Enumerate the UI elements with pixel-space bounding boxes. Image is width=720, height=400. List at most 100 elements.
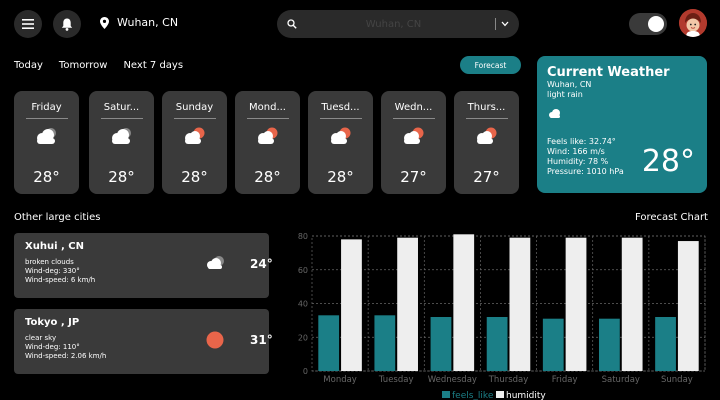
day-name: Sunday <box>175 102 214 113</box>
forecast-chart-svg: 0 20 40 60 80 Monday Tuesday Wednesday Thursday F… <box>298 232 706 400</box>
day-card[interactable]: Satur... 28° <box>89 91 154 194</box>
sun-cloud-icon <box>381 125 446 151</box>
menu-button[interactable] <box>14 10 42 38</box>
bar-feels_like <box>430 317 452 371</box>
day-card[interactable]: Thurs... 27° <box>454 91 519 194</box>
bar-feels_like <box>655 317 676 371</box>
x-tick-label: Wednesday <box>428 375 477 385</box>
legend-swatch <box>442 391 450 398</box>
day-name: Wedn... <box>394 102 433 113</box>
y-tick-label: 20 <box>298 333 308 342</box>
bar-humidity <box>621 237 643 371</box>
sun-cloud-icon <box>454 125 519 151</box>
day-name: Friday <box>31 102 62 113</box>
tab-today[interactable]: Today <box>14 60 43 71</box>
day-card[interactable]: Wedn... 27° <box>381 91 446 194</box>
x-tick-label: Thursday <box>488 375 529 385</box>
city-search[interactable] <box>277 10 519 38</box>
avatar[interactable] <box>679 9 707 37</box>
day-temperature: 27° <box>473 168 500 186</box>
current-weather-icon-wrap <box>547 105 697 124</box>
x-tick-label: Tuesday <box>378 375 414 385</box>
x-tick-label: Monday <box>323 375 357 385</box>
forecast-button[interactable]: Forecast <box>460 56 521 74</box>
city-temperature: 24° <box>250 257 273 271</box>
bar-humidity <box>453 234 475 371</box>
bar-humidity <box>677 241 699 371</box>
day-divider <box>465 118 508 119</box>
current-details: Feels like: 32.74° Wind: 166 m/s Humidit… <box>547 137 624 177</box>
hamburger-icon <box>22 19 34 29</box>
current-location[interactable]: Wuhan, CN <box>100 16 178 29</box>
day-temperature: 28° <box>327 168 354 186</box>
humidity: Humidity: 78 % <box>547 157 609 166</box>
bar-humidity <box>565 237 587 371</box>
legend-label: feels_like <box>452 391 494 400</box>
city-card-tokyo[interactable]: Tokyo , JP clear sky Wind-deg: 110° Wind… <box>14 309 273 374</box>
tab-next-7-days[interactable]: Next 7 days <box>123 60 183 71</box>
day-card[interactable]: Tuesd... 28° <box>308 91 373 194</box>
other-cities-title: Other large cities <box>14 212 101 223</box>
y-tick-label: 0 <box>303 367 308 376</box>
bar-feels_like <box>318 315 340 371</box>
cloud-rain-icon <box>549 109 560 118</box>
day-card[interactable]: Sunday 28° <box>162 91 227 194</box>
day-temperature: 28° <box>108 168 135 186</box>
day-divider <box>392 118 435 119</box>
x-tick-label: Friday <box>552 375 578 385</box>
y-tick-label: 40 <box>298 300 308 309</box>
current-description: light rain <box>547 90 583 99</box>
search-input[interactable] <box>297 18 490 30</box>
broken-clouds-icon <box>207 256 224 269</box>
current-weather-card: Current Weather Wuhan, CN light rain Fee… <box>537 56 707 193</box>
sun-cloud-icon <box>308 125 373 151</box>
bell-icon <box>61 18 73 31</box>
theme-toggle[interactable] <box>629 13 667 35</box>
y-tick-label: 60 <box>298 266 308 275</box>
day-name: Thurs... <box>467 102 506 113</box>
city-name: Tokyo , JP <box>25 317 80 328</box>
current-temperature: 28° <box>641 144 695 179</box>
city-wind-speed: Wind-speed: 6 km/h <box>25 276 96 284</box>
current-weather-title: Current Weather <box>547 65 670 80</box>
current-location: Wuhan, CN <box>547 80 592 89</box>
search-divider <box>495 18 496 30</box>
legend-swatch <box>496 391 504 398</box>
day-name: Mond... <box>249 102 286 113</box>
city-name: Xuhui , CN <box>25 241 84 252</box>
notifications-button[interactable] <box>53 10 81 38</box>
sun-cloud-icon <box>235 125 300 151</box>
cloud-icon <box>89 125 154 151</box>
cloud-icon <box>14 125 79 151</box>
x-tick-label: Saturday <box>602 375 640 385</box>
sun-cloud-icon <box>162 125 227 151</box>
y-tick-label: 80 <box>298 232 308 241</box>
bar-feels_like <box>542 318 564 371</box>
day-divider <box>173 118 216 119</box>
pressure: Pressure: 1010 hPa <box>547 167 624 176</box>
day-divider <box>25 118 68 119</box>
day-tabs: Today Tomorrow Next 7 days <box>14 60 183 71</box>
bar-feels_like <box>374 315 396 371</box>
search-icon <box>287 19 297 29</box>
day-name: Tuesd... <box>321 102 360 113</box>
tab-tomorrow[interactable]: Tomorrow <box>59 60 108 71</box>
toggle-knob <box>648 16 664 32</box>
chevron-down-icon[interactable] <box>501 21 509 27</box>
day-divider <box>100 118 143 119</box>
bar-feels_like <box>599 318 620 371</box>
day-divider <box>246 118 289 119</box>
day-card[interactable]: Friday 28° <box>14 91 79 194</box>
day-temperature: 27° <box>400 168 427 186</box>
day-card[interactable]: Mond... 28° <box>235 91 300 194</box>
city-card-xuhui[interactable]: Xuhui , CN broken clouds Wind-deg: 330° … <box>14 233 273 298</box>
map-pin-icon <box>100 16 109 29</box>
bar-feels_like <box>486 317 508 371</box>
avatar-icon <box>679 9 707 37</box>
day-temperature: 28° <box>254 168 281 186</box>
top-bar: Wuhan, CN <box>0 0 720 46</box>
wind: Wind: 166 m/s <box>547 147 605 156</box>
forecast-chart: 0 20 40 60 80 Monday Tuesday Wednesday Thursday F… <box>290 228 710 400</box>
location-label: Wuhan, CN <box>117 16 179 29</box>
bar-humidity <box>509 237 531 371</box>
